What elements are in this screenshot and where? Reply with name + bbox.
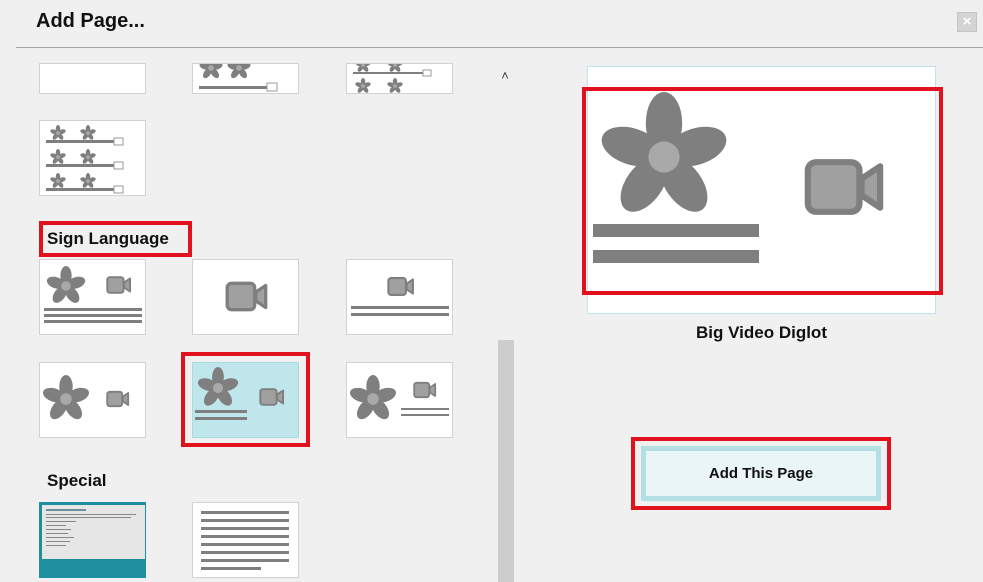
highlight-selected-template <box>181 352 310 447</box>
dialog-title: Add Page... <box>36 10 145 32</box>
template-thumb-picture-video[interactable] <box>39 362 146 438</box>
template-thumb-special-bookmark[interactable] <box>39 502 146 578</box>
close-icon[interactable]: × <box>957 12 977 32</box>
template-thumb-picture-video-text[interactable] <box>39 259 146 335</box>
template-thumb-video-text[interactable] <box>346 259 453 335</box>
template-thumb-video-only[interactable] <box>192 259 299 335</box>
section-heading-special: Special <box>47 471 107 490</box>
template-thumb-flower-grid[interactable] <box>39 120 146 196</box>
scroll-up-arrow-icon[interactable]: ˄ <box>497 68 513 83</box>
preview-template-name: Big Video Diglot <box>696 323 827 342</box>
template-thumb-special-text[interactable] <box>192 502 299 578</box>
highlight-preview <box>582 87 943 295</box>
scrollbar-thumb[interactable] <box>498 340 514 582</box>
template-thumb-flower-grid-partial[interactable] <box>346 63 453 94</box>
title-divider <box>16 47 983 48</box>
template-thumb-blank-partial[interactable] <box>39 63 146 94</box>
highlight-sign-language <box>39 221 192 257</box>
template-thumb-flowers-partial[interactable] <box>192 63 299 94</box>
highlight-add-button <box>631 437 891 510</box>
template-thumb-picture-video-caption[interactable] <box>346 362 453 438</box>
